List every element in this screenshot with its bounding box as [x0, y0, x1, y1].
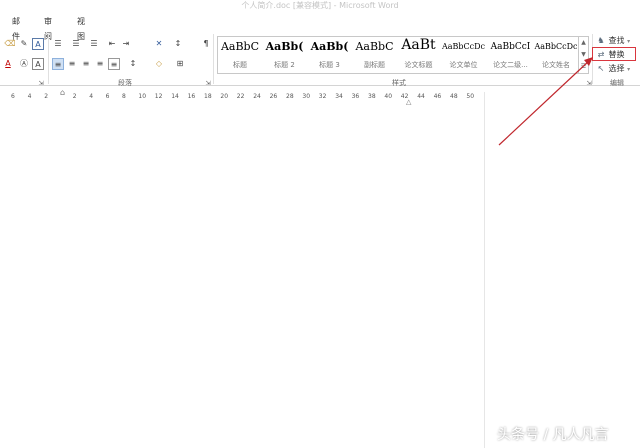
- watermark: 头条号 / 凡人凡言: [497, 427, 609, 443]
- annotation-arrow: [498, 57, 593, 146]
